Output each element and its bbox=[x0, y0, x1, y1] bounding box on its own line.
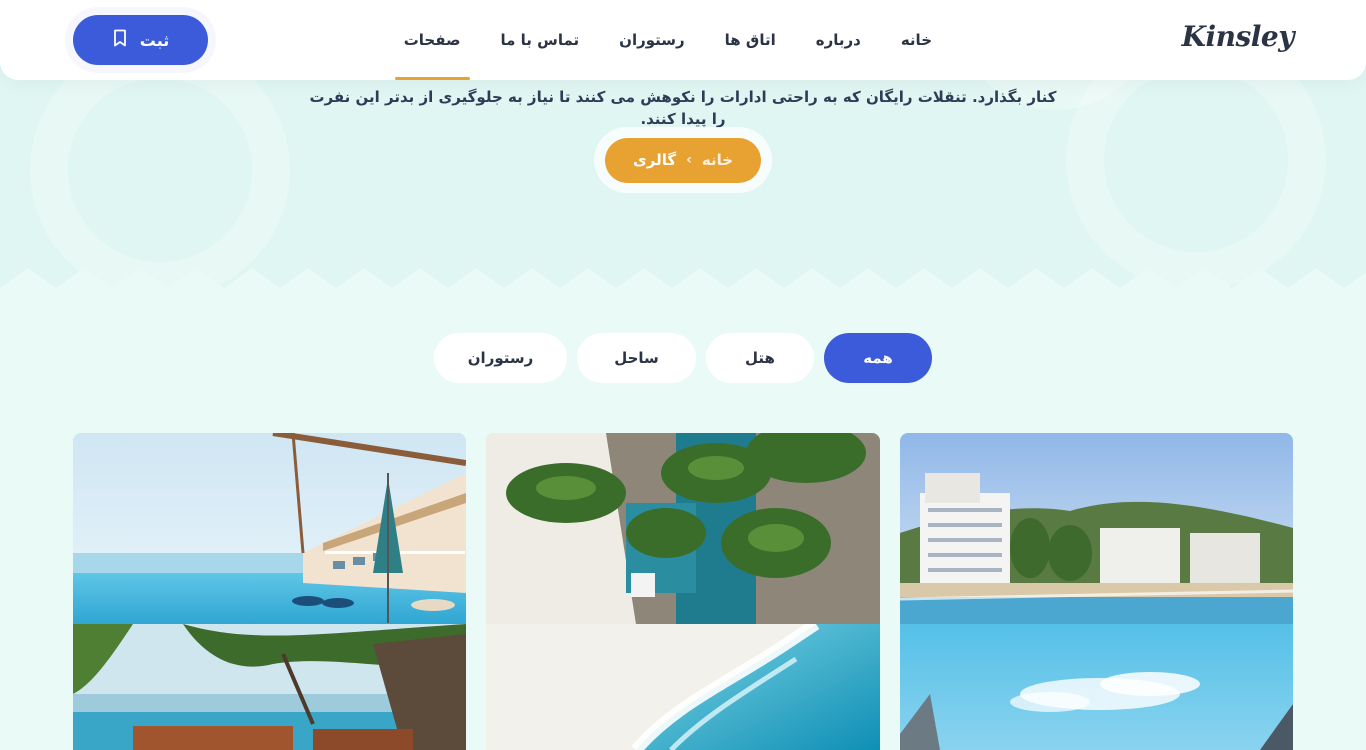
breadcrumb: خانه › گالری bbox=[605, 137, 761, 183]
hero-zigzag-divider bbox=[0, 268, 1366, 300]
brand-logo[interactable]: Kinsley bbox=[1182, 20, 1295, 53]
register-button-label: ثبت bbox=[139, 30, 170, 50]
filter-restaurant[interactable]: رستوران bbox=[434, 333, 567, 383]
gallery-image-resort-pool[interactable] bbox=[73, 433, 466, 624]
breadcrumb-current: گالری bbox=[632, 151, 677, 169]
nav-item-restaurant[interactable]: رستوران bbox=[619, 0, 685, 80]
gallery-image-tropical-pool[interactable] bbox=[73, 624, 466, 750]
gallery-image-ocean-waves[interactable] bbox=[486, 624, 880, 750]
gallery-grid bbox=[73, 433, 1293, 750]
register-button[interactable]: ثبت bbox=[73, 15, 208, 65]
nav-item-rooms[interactable]: اتاق ها bbox=[725, 0, 776, 80]
breadcrumb-home-link[interactable]: خانه bbox=[702, 151, 733, 169]
hero-description-line: کنار بگذارد. تنقلات رایگان که به راحتی ا… bbox=[309, 88, 1057, 128]
filter-beach[interactable]: ساحل bbox=[577, 333, 696, 383]
bookmark-icon bbox=[112, 29, 128, 51]
filter-hotel[interactable]: هتل bbox=[706, 333, 814, 383]
nav-item-contact[interactable]: تماس با ما bbox=[501, 0, 580, 80]
gallery-image-aerial-pool[interactable] bbox=[486, 433, 880, 624]
nav-item-home[interactable]: خانه bbox=[901, 0, 932, 80]
gallery-image-beach-hotels[interactable] bbox=[900, 433, 1293, 624]
nav-item-about[interactable]: درباره bbox=[816, 0, 861, 80]
chevron-left-icon: › bbox=[686, 152, 692, 168]
breadcrumb-container: خانه › گالری bbox=[594, 127, 772, 193]
main-nav: خانه درباره اتاق ها رستوران تماس با ما ص… bbox=[394, 0, 932, 80]
gallery-filter-tabs: همه هتل ساحل رستوران bbox=[434, 333, 932, 383]
site-header: Kinsley خانه درباره اتاق ها رستوران تماس… bbox=[0, 0, 1366, 80]
nav-item-pages[interactable]: صفحات bbox=[394, 0, 470, 80]
filter-all[interactable]: همه bbox=[824, 333, 932, 383]
gallery-image-blue-sky[interactable] bbox=[900, 624, 1293, 750]
